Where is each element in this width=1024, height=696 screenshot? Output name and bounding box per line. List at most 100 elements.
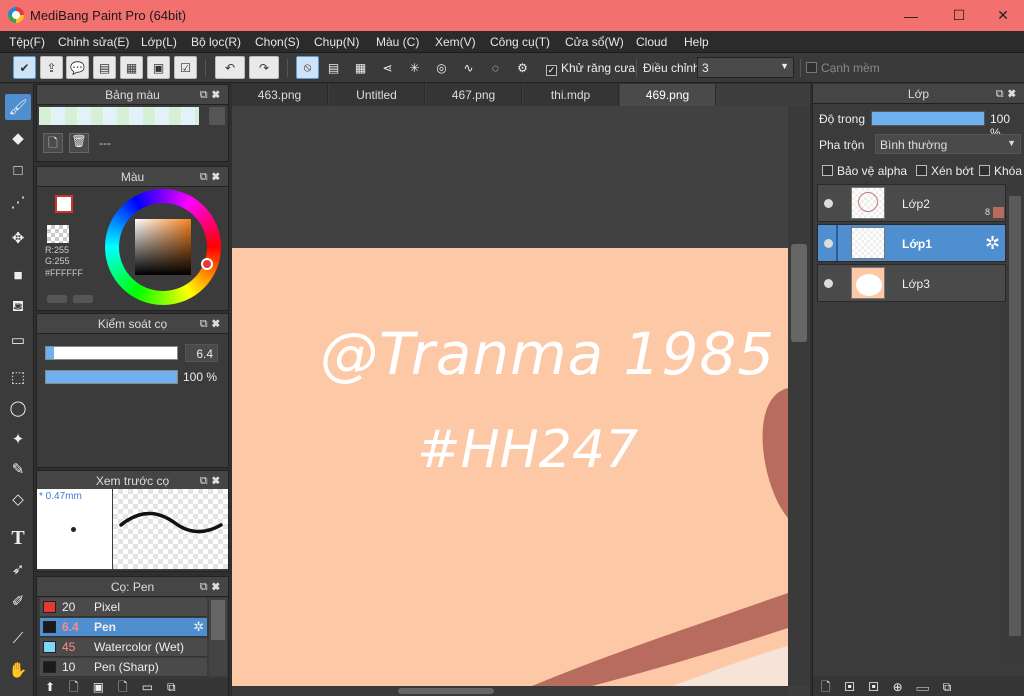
- document-icon[interactable]: ▦: [120, 56, 143, 79]
- panel-controls-icon[interactable]: ⧉✖: [200, 167, 224, 187]
- panel-controls-icon[interactable]: ⧉✖: [996, 84, 1020, 104]
- menu-filter[interactable]: Bộ lọc(R): [191, 35, 241, 49]
- menu-file[interactable]: Tệp(F): [9, 35, 45, 49]
- operation-tool-icon[interactable]: ➶: [5, 556, 31, 582]
- lock-checkbox[interactable]: Khóa: [979, 164, 1022, 178]
- redo-button[interactable]: ↷: [249, 56, 279, 79]
- trash-icon[interactable]: 🗑: [69, 133, 89, 153]
- eyedropper-icon[interactable]: ⟋: [5, 625, 31, 651]
- tab-untitled[interactable]: Untitled: [329, 84, 425, 106]
- select-eraser-icon[interactable]: ◇: [5, 486, 31, 512]
- brush-size-value[interactable]: 6.4: [185, 344, 218, 362]
- bucket-brush-icon[interactable]: ⋰: [5, 189, 31, 215]
- grid-snap-icon[interactable]: ▦: [349, 56, 372, 79]
- select-rect-icon[interactable]: ⬚: [5, 364, 31, 390]
- panel-controls-icon[interactable]: ⧉✖: [200, 577, 224, 597]
- visibility-eye-icon[interactable]: [824, 199, 833, 208]
- lasso-icon[interactable]: ◯: [5, 395, 31, 421]
- magic-wand-icon[interactable]: ✦: [5, 426, 31, 452]
- upload-icon[interactable]: ⇪: [40, 56, 63, 79]
- curve-snap-icon[interactable]: ∿: [457, 56, 480, 79]
- dot-tool-icon[interactable]: □: [5, 157, 31, 183]
- color-mode-button-2[interactable]: [73, 295, 93, 303]
- brush-item-pen[interactable]: 6.4 Pen ✲: [40, 618, 207, 637]
- menu-help[interactable]: Help: [684, 35, 709, 49]
- hue-handle[interactable]: [201, 258, 213, 270]
- brush-list-footer-icons[interactable]: ⬆🗋▣🗋▭⧉: [37, 678, 228, 696]
- menu-edit[interactable]: Chỉnh sửa(E): [58, 35, 129, 49]
- close-button[interactable]: ✕: [980, 0, 1024, 31]
- layout-icon[interactable]: ▣: [147, 56, 170, 79]
- minimize-button[interactable]: —: [888, 0, 934, 31]
- layer-footer-icons[interactable]: 🗋▣▣⊕▭⧉: [813, 676, 1024, 696]
- color-mode-button[interactable]: [47, 295, 67, 303]
- brush-item-watercolor[interactable]: 45 Watercolor (Wet): [40, 638, 207, 657]
- canvas-hscrollbar[interactable]: [232, 686, 788, 696]
- select-pen-icon[interactable]: ✎: [5, 456, 31, 482]
- snap-off-icon[interactable]: ⦸: [296, 56, 319, 79]
- concentric-snap-icon[interactable]: ◎: [430, 56, 453, 79]
- canvas-vscrollbar[interactable]: [788, 106, 810, 686]
- tab-469[interactable]: 469.png: [620, 84, 716, 106]
- color-swatches[interactable]: [39, 107, 199, 125]
- menu-layer[interactable]: Lớp(L): [141, 35, 177, 49]
- menu-color[interactable]: Màu (C): [376, 35, 419, 49]
- panel-controls-icon[interactable]: ⧉✖: [200, 471, 224, 491]
- palette-scrollbar[interactable]: [209, 107, 225, 125]
- hand-tool-icon[interactable]: ✋: [5, 657, 31, 683]
- move-tool-icon[interactable]: ✥: [5, 225, 31, 251]
- layer-scrollbar[interactable]: [1007, 180, 1023, 664]
- eraser-tool-icon[interactable]: ◆: [5, 125, 31, 151]
- text-tool-icon[interactable]: T: [5, 525, 31, 551]
- tab-thi[interactable]: thi.mdp: [523, 84, 619, 106]
- brush-list-scrollbar[interactable]: [209, 598, 227, 676]
- brush-item-pen-sharp[interactable]: 10 Pen (Sharp): [40, 658, 207, 677]
- maximize-button[interactable]: ☐: [936, 0, 982, 31]
- menu-tools[interactable]: Công cụ(T): [490, 35, 550, 49]
- panel-controls-icon[interactable]: ⧉✖: [200, 314, 224, 334]
- panel-controls-icon[interactable]: ⧉✖: [200, 85, 224, 105]
- clip-checkbox[interactable]: Xén bớt: [916, 164, 974, 178]
- tab-463[interactable]: 463.png: [232, 84, 328, 106]
- soft-edge-checkbox[interactable]: Cạnh mềm: [806, 61, 880, 75]
- cloud-check-icon[interactable]: ✔: [13, 56, 36, 79]
- menu-select[interactable]: Chọn(S): [255, 35, 300, 49]
- correction-select[interactable]: 3 ▼: [697, 57, 794, 78]
- tab-467[interactable]: 467.png: [426, 84, 522, 106]
- blend-select[interactable]: Bình thường ▼: [875, 134, 1021, 154]
- foreground-color[interactable]: [55, 195, 73, 213]
- layer-opacity-slider[interactable]: [871, 111, 985, 126]
- brush-opacity-slider[interactable]: [45, 370, 178, 384]
- gear-icon[interactable]: ✲: [193, 619, 204, 635]
- speech-bubble-icon[interactable]: 💬: [66, 56, 89, 79]
- menu-capture[interactable]: Chụp(N): [314, 35, 359, 49]
- visibility-eye-icon[interactable]: [824, 279, 833, 288]
- protect-alpha-checkbox[interactable]: Bảo vệ alpha: [822, 164, 907, 178]
- gear-icon[interactable]: ⚙: [511, 56, 534, 79]
- new-palette-icon[interactable]: 🗋: [43, 133, 63, 153]
- drawing-canvas[interactable]: @Tranma 1985 #HH247: [232, 248, 788, 686]
- menu-window[interactable]: Cửa sổ(W): [565, 35, 624, 49]
- visibility-eye-icon[interactable]: [824, 239, 833, 248]
- parallel-snap-icon[interactable]: ▤: [322, 56, 345, 79]
- bucket-icon[interactable]: ⛾: [5, 294, 31, 320]
- divide-tool-icon[interactable]: ✐: [5, 588, 31, 614]
- brush-size-slider[interactable]: [45, 346, 178, 360]
- transparent-color[interactable]: [47, 225, 69, 243]
- layer-item[interactable]: Lớp3: [817, 264, 1006, 302]
- layer-item[interactable]: Lớp1 ✲: [817, 224, 1006, 262]
- gear-icon[interactable]: ✲: [985, 233, 1000, 254]
- menu-cloud[interactable]: Cloud: [636, 35, 667, 49]
- checklist-icon[interactable]: ☑: [174, 56, 197, 79]
- perspective-snap-icon[interactable]: ⋖: [376, 56, 399, 79]
- ellipse-snap-icon[interactable]: ◌: [484, 56, 507, 79]
- radial-snap-icon[interactable]: ✳: [403, 56, 426, 79]
- gradient-icon[interactable]: ▭: [5, 327, 31, 353]
- antialias-checkbox[interactable]: ✓ Khử răng cưa: [546, 61, 635, 76]
- undo-button[interactable]: ↶: [215, 56, 245, 79]
- comment-icon[interactable]: ▤: [93, 56, 116, 79]
- brush-item-pixel[interactable]: 20 Pixel: [40, 598, 207, 617]
- fill-rect-icon[interactable]: ■: [5, 262, 31, 288]
- menu-view[interactable]: Xem(V): [435, 35, 476, 49]
- layer-item[interactable]: Lớp2 8: [817, 184, 1006, 222]
